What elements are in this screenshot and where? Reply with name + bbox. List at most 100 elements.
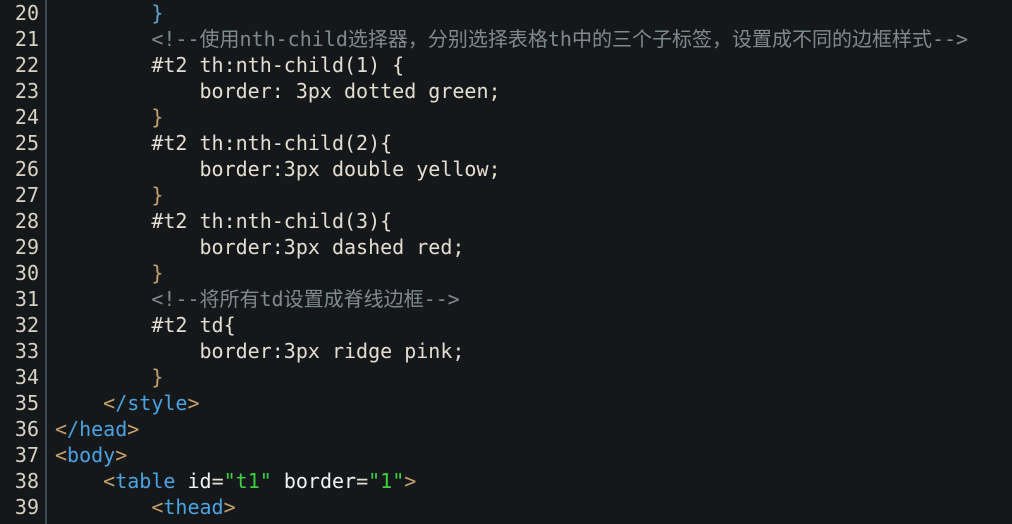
code-token-bracket: < — [55, 417, 68, 441]
code-token-plain: #t2 th:nth-child(2){ — [151, 131, 393, 155]
code-line[interactable]: #t2 td{ — [55, 312, 1012, 338]
code-token-bracket: > — [404, 469, 417, 493]
line-number: 30 — [14, 261, 39, 285]
code-line[interactable]: #t2 th:nth-child(1) { — [55, 52, 1012, 78]
line-number: 33 — [14, 339, 39, 363]
code-token-tag: thead — [163, 495, 224, 519]
code-line[interactable]: } — [55, 260, 1012, 286]
code-token-bracket: > — [115, 443, 128, 467]
code-token-tag: /head — [67, 417, 128, 441]
line-number-gutter: 20 21 22 23 24 25 26 27 28 29 30 31 32 33 34 35 36 37 38 39 — [0, 0, 47, 524]
code-token-eq: = — [356, 469, 369, 493]
line-number: 32 — [14, 313, 39, 337]
line-number: 23 — [14, 79, 39, 103]
code-line[interactable]: </head> — [55, 416, 1012, 442]
code-line[interactable]: } — [55, 182, 1012, 208]
line-number: 29 — [14, 235, 39, 259]
code-token-tag: /style — [115, 391, 188, 415]
line-number: 37 — [14, 443, 39, 467]
code-line[interactable]: border:3px double yellow; — [55, 156, 1012, 182]
code-token-plain: border:3px dashed red; — [199, 235, 465, 259]
code-line[interactable]: #t2 th:nth-child(2){ — [55, 130, 1012, 156]
code-line[interactable]: <body> — [55, 442, 1012, 468]
code-token-bracket: < — [103, 391, 116, 415]
line-number: 28 — [14, 209, 39, 233]
code-token-brace-y: } — [151, 365, 164, 389]
code-line[interactable]: #t2 th:nth-child(3){ — [55, 208, 1012, 234]
code-token-plain: border:3px ridge pink; — [199, 339, 465, 363]
code-token-bracket: > — [223, 495, 236, 519]
code-line[interactable]: border:3px ridge pink; — [55, 338, 1012, 364]
code-token-string: "1" — [368, 469, 405, 493]
code-token-tag: table — [115, 469, 176, 493]
code-editor[interactable]: 20 21 22 23 24 25 26 27 28 29 30 31 32 33 34 35 36 37 38 39… — [0, 0, 1012, 524]
line-number: 38 — [14, 469, 39, 493]
code-token-brace-y: } — [151, 105, 164, 129]
code-token-eq: = — [211, 469, 224, 493]
line-number: 31 — [14, 287, 39, 311]
code-token-bracket: < — [103, 469, 116, 493]
line-number-list: 20 21 22 23 24 25 26 27 28 29 30 31 32 33 34 35 36 37 38 39 — [0, 0, 45, 520]
code-token-attr: border — [283, 469, 357, 493]
code-token-brace-y: } — [151, 183, 164, 207]
code-line[interactable]: } — [55, 0, 1012, 26]
code-line[interactable]: </style> — [55, 390, 1012, 416]
code-line[interactable]: border:3px dashed red; — [55, 234, 1012, 260]
code-token-bracket: > — [187, 391, 200, 415]
code-line[interactable]: border: 3px dotted green; — [55, 78, 1012, 104]
line-number: 25 — [14, 131, 39, 155]
code-token-plain: border: 3px dotted green; — [199, 79, 501, 103]
line-number: 39 — [14, 495, 39, 519]
line-number: 22 — [14, 53, 39, 77]
code-line-list: } <!--使用nth-child选择器，分别选择表格th中的三个子标签，设置成… — [55, 0, 1012, 520]
code-line[interactable]: <table id="t1" border="1"> — [55, 468, 1012, 494]
line-number: 24 — [14, 105, 39, 129]
code-line[interactable]: <!--使用nth-child选择器，分别选择表格th中的三个子标签，设置成不同… — [55, 26, 1012, 52]
line-number: 27 — [14, 183, 39, 207]
code-token-attr: id — [187, 469, 212, 493]
line-number: 34 — [14, 365, 39, 389]
code-token-plain: border:3px double yellow; — [199, 157, 501, 181]
line-number: 26 — [14, 157, 39, 181]
code-token-comment: <!--使用nth-child选择器，分别选择表格th中的三个子标签，设置成不同… — [151, 27, 969, 51]
line-number: 36 — [14, 417, 39, 441]
code-token-brace-b: } — [151, 1, 164, 25]
code-line[interactable]: } — [55, 364, 1012, 390]
code-token-bracket: < — [151, 495, 164, 519]
line-number: 20 — [14, 1, 39, 25]
line-number: 35 — [14, 391, 39, 415]
code-line[interactable]: <!--将所有td设置成脊线边框--> — [55, 286, 1012, 312]
code-token-bracket: < — [55, 443, 68, 467]
code-line[interactable]: } — [55, 104, 1012, 130]
code-token-plain: #t2 th:nth-child(3){ — [151, 209, 393, 233]
code-token-string: "t1" — [223, 469, 272, 493]
code-content-area[interactable]: } <!--使用nth-child选择器，分别选择表格th中的三个子标签，设置成… — [55, 0, 1012, 524]
code-token-comment: <!--将所有td设置成脊线边框--> — [151, 287, 460, 311]
code-token-plain: #t2 th:nth-child(1) { — [151, 53, 405, 77]
code-token-plain: #t2 td{ — [151, 313, 236, 337]
line-number: 21 — [14, 27, 39, 51]
code-token-bracket: > — [127, 417, 140, 441]
code-token-brace-y: } — [151, 261, 164, 285]
code-line[interactable]: <thead> — [55, 494, 1012, 520]
